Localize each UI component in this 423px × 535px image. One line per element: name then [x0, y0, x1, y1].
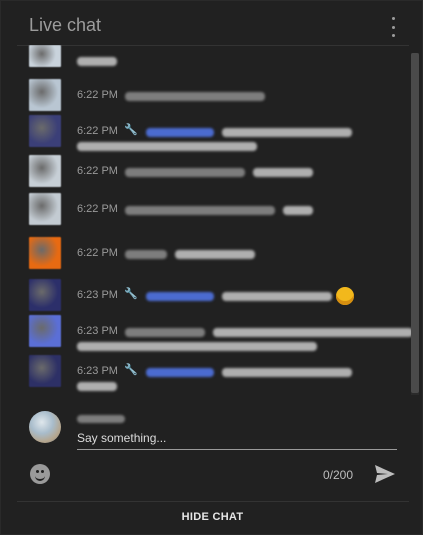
- chat-message[interactable]: 6:22 PM: [1, 237, 401, 271]
- avatar[interactable]: [29, 355, 61, 387]
- avatar[interactable]: [29, 315, 61, 347]
- chat-title: Live chat: [29, 15, 102, 35]
- message-text: [77, 382, 117, 391]
- message-author[interactable]: [146, 128, 214, 137]
- message-author[interactable]: [125, 206, 275, 215]
- message-timestamp: 6:22 PM: [77, 125, 118, 137]
- chat-message-input[interactable]: Say something...: [77, 429, 397, 450]
- chat-message[interactable]: 6:23 PM 🔧: [1, 355, 401, 391]
- avatar[interactable]: [29, 279, 61, 311]
- composer-author-name: [77, 415, 125, 423]
- chat-message[interactable]: 6:23 PM: [1, 315, 413, 351]
- message-author[interactable]: [146, 292, 214, 301]
- message-timestamp: 6:22 PM: [77, 89, 118, 101]
- message-text: [283, 206, 313, 215]
- chat-header: Live chat: [1, 1, 423, 49]
- chat-message[interactable]: 6:23 PM 🔧: [1, 279, 401, 313]
- message-author[interactable]: [125, 250, 167, 259]
- message-timestamp: 6:23 PM: [77, 325, 118, 337]
- chat-message[interactable]: 6:22 PM: [1, 193, 401, 227]
- wrench-icon: 🔧: [124, 288, 138, 300]
- message-timestamp: 6:23 PM: [77, 365, 118, 377]
- chat-message[interactable]: 6:22 PM: [1, 79, 401, 113]
- message-author[interactable]: [125, 328, 205, 337]
- smiley-icon[interactable]: [30, 464, 50, 484]
- more-vert-icon[interactable]: [386, 17, 400, 37]
- message-author[interactable]: [125, 92, 265, 101]
- message-list[interactable]: 6:22 PM 6:22 PM 🔧 6:22 PM 6:22 PM 6:22 PM 6:23…: [1, 45, 423, 398]
- footer-divider: [17, 501, 409, 502]
- message-text: [77, 342, 317, 351]
- wrench-icon: 🔧: [124, 364, 138, 376]
- message-author[interactable]: [125, 168, 245, 177]
- character-counter: 0/200: [323, 468, 354, 482]
- hide-chat-button[interactable]: HIDE CHAT: [1, 511, 423, 523]
- message-text: [222, 368, 352, 377]
- message-text: [213, 328, 413, 337]
- avatar: [29, 411, 61, 443]
- avatar[interactable]: [29, 237, 61, 269]
- avatar[interactable]: [29, 115, 61, 147]
- message-text: [175, 250, 255, 259]
- chat-message[interactable]: 6:22 PM 🔧: [1, 115, 401, 151]
- message-author[interactable]: [146, 368, 214, 377]
- message-timestamp: 6:22 PM: [77, 247, 118, 259]
- wrench-icon: 🔧: [124, 124, 138, 136]
- avatar[interactable]: [29, 155, 61, 187]
- message-timestamp: 6:22 PM: [77, 165, 118, 177]
- emoji-icon: [336, 287, 354, 305]
- avatar[interactable]: [29, 79, 61, 111]
- chat-message[interactable]: 6:22 PM: [1, 155, 401, 189]
- scrollbar-thumb[interactable]: [411, 53, 419, 393]
- message-text: [222, 128, 352, 137]
- message-text: [77, 142, 257, 151]
- message-text: [77, 57, 117, 66]
- message-text: [253, 168, 313, 177]
- avatar[interactable]: [29, 45, 61, 67]
- send-icon[interactable]: [374, 464, 396, 489]
- message-text: [222, 292, 332, 301]
- avatar[interactable]: [29, 193, 61, 225]
- message-timestamp: 6:23 PM: [77, 289, 118, 301]
- message-timestamp: 6:22 PM: [77, 203, 118, 215]
- live-chat-panel: Live chat 6:22 PM 6:22 PM 🔧 6:22 PM 6:22 PM 6…: [0, 0, 423, 535]
- chat-scrollbar[interactable]: [411, 53, 419, 395]
